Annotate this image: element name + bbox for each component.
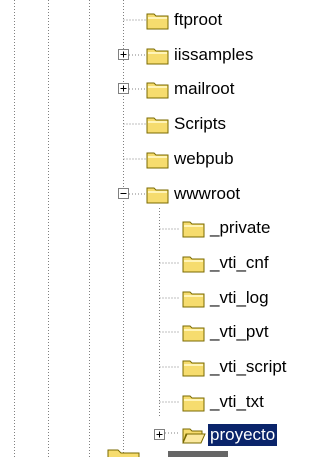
folder-icon xyxy=(146,183,170,205)
tree-item-label[interactable]: _vti_txt xyxy=(208,391,266,413)
open-folder-icon xyxy=(182,424,206,446)
folder-icon xyxy=(182,217,206,239)
tree-item[interactable]: Scripts xyxy=(0,108,328,138)
tree-item[interactable]: _vti_pvt xyxy=(0,316,328,346)
folder-icon xyxy=(182,356,206,378)
tree-item[interactable]: wwwroot xyxy=(0,178,328,208)
tree-item[interactable]: _vti_cnf xyxy=(0,247,328,277)
tree-item-label[interactable]: wwwroot xyxy=(172,183,242,205)
folder-icon xyxy=(182,321,206,343)
expand-plus-icon[interactable] xyxy=(118,83,129,94)
tree-item[interactable]: mailroot xyxy=(0,73,328,103)
folder-icon xyxy=(182,252,206,274)
tree-item[interactable]: ftproot xyxy=(0,4,328,34)
collapse-minus-icon[interactable] xyxy=(118,188,129,199)
partial-next-row xyxy=(107,449,228,457)
tree-item-label[interactable]: mailroot xyxy=(172,78,236,100)
folder-tree: ftproot iissamples mailroot Scripts webpub ww… xyxy=(0,0,328,457)
tree-item-label[interactable]: _vti_cnf xyxy=(208,252,271,274)
folder-icon xyxy=(182,287,206,309)
expand-plus-icon[interactable] xyxy=(154,429,165,440)
folder-icon xyxy=(146,148,170,170)
tree-item[interactable]: webpub xyxy=(0,143,328,173)
tree-item-label[interactable]: ftproot xyxy=(172,9,224,31)
tree-item-label[interactable]: _vti_pvt xyxy=(208,321,271,343)
tree-item-label[interactable]: Scripts xyxy=(172,113,228,135)
tree-item-label[interactable]: _vti_log xyxy=(208,287,271,309)
tree-item-label[interactable]: proyecto xyxy=(208,424,278,446)
tree-item[interactable]: _private xyxy=(0,212,328,242)
tree-item-label[interactable]: iissamples xyxy=(172,44,255,66)
folder-icon xyxy=(146,78,170,100)
tree-item-label[interactable]: _private xyxy=(208,217,272,239)
tree-item[interactable]: _vti_txt xyxy=(0,386,328,416)
tree-item-label[interactable]: webpub xyxy=(172,148,236,170)
expand-plus-icon[interactable] xyxy=(118,49,129,60)
folder-icon xyxy=(146,9,170,31)
tree-item[interactable]: _vti_log xyxy=(0,282,328,312)
tree-item[interactable]: iissamples xyxy=(0,39,328,69)
folder-icon xyxy=(146,44,170,66)
tree-item[interactable]: _vti_script xyxy=(0,351,328,381)
tree-item-label[interactable]: _vti_script xyxy=(208,356,289,378)
folder-icon xyxy=(146,113,170,135)
folder-icon xyxy=(182,391,206,413)
